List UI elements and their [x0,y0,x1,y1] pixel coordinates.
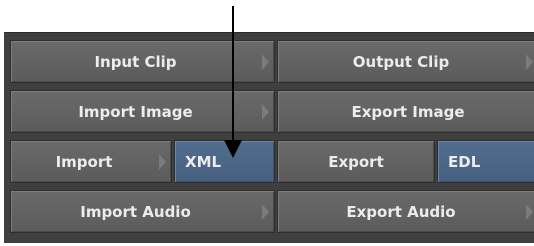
callout-arrow-icon [224,6,242,158]
callout-arrow-head [224,140,242,158]
